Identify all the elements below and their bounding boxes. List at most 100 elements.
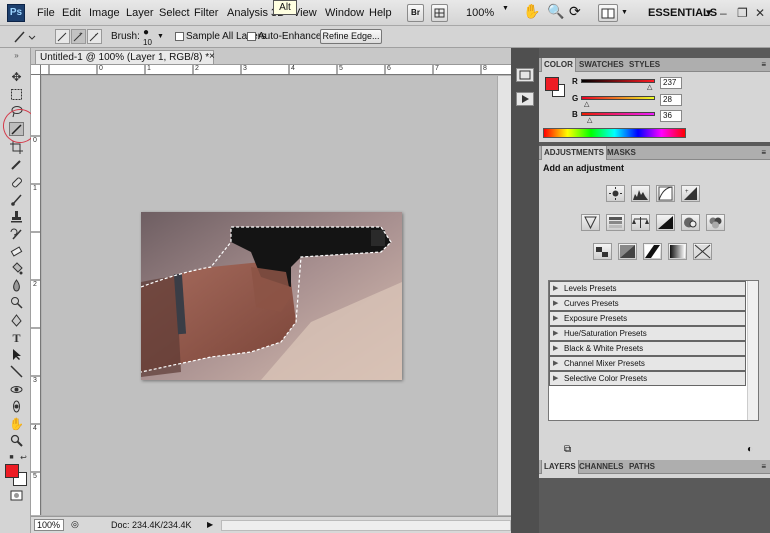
presets-scrollbar[interactable] <box>747 281 758 420</box>
history-brush-tool-icon[interactable] <box>9 228 24 242</box>
canvas-area[interactable] <box>42 76 505 515</box>
slider-thumb-icon[interactable]: △ <box>587 116 592 124</box>
crop-tool-icon[interactable] <box>9 141 24 155</box>
tab-styles[interactable]: STYLES <box>627 60 662 69</box>
preset-curves[interactable]: Curves Presets <box>549 296 746 311</box>
r-value[interactable]: 237 <box>660 77 682 89</box>
type-tool-icon[interactable]: T <box>9 331 24 345</box>
photo-filter-icon[interactable] <box>681 214 700 231</box>
close-button[interactable]: ✕ <box>755 6 765 20</box>
slider-thumb-icon[interactable]: △ <box>584 100 589 108</box>
hand-tool-icon[interactable]: ✋ <box>9 417 24 431</box>
history-panel-icon[interactable] <box>516 68 534 82</box>
horizontal-scrollbar[interactable] <box>221 520 511 531</box>
hue-saturation-icon[interactable] <box>606 214 625 231</box>
move-tool-icon[interactable]: ✥ <box>9 70 24 84</box>
zoom-field[interactable]: 100% <box>34 519 64 531</box>
toolbox-collapse-icon[interactable]: » <box>9 52 24 66</box>
zoom-tool-icon[interactable] <box>9 434 24 448</box>
marquee-tool-icon[interactable] <box>9 88 24 102</box>
minimize-button[interactable]: – <box>720 6 727 20</box>
paint-bucket-tool-icon[interactable] <box>9 262 24 276</box>
vibrance-icon[interactable] <box>581 214 600 231</box>
3d-orbit-tool-icon[interactable] <box>9 400 24 414</box>
brush-tool-icon[interactable] <box>9 193 24 207</box>
foreground-color-swatch[interactable] <box>5 464 19 478</box>
zoom-tool-icon[interactable]: 🔍 <box>547 3 564 20</box>
vertical-ruler[interactable]: 0 1 2 3 4 5 <box>31 75 41 515</box>
status-info-icon[interactable]: ◎ <box>71 519 79 530</box>
b-value[interactable]: 36 <box>660 110 682 122</box>
menu-window[interactable]: Window <box>325 7 364 19</box>
invert-icon[interactable] <box>593 243 612 260</box>
subtract-from-selection-button[interactable]: - <box>87 29 102 44</box>
tab-masks[interactable]: MASKS <box>605 148 638 157</box>
preset-channel-mixer[interactable]: Channel Mixer Presets <box>549 356 746 371</box>
preset-levels[interactable]: Levels Presets <box>549 281 746 296</box>
vertical-scrollbar[interactable] <box>497 76 511 515</box>
gradient-map-icon[interactable] <box>668 243 687 260</box>
tab-color[interactable]: COLOR <box>541 58 576 72</box>
eyedropper-tool-icon[interactable] <box>9 158 24 172</box>
eraser-tool-icon[interactable] <box>9 245 24 259</box>
menu-file[interactable]: File <box>37 7 55 19</box>
path-selection-tool-icon[interactable] <box>9 348 24 362</box>
panel-menu-icon[interactable]: ≡ <box>761 462 766 471</box>
sample-all-layers-checkbox[interactable] <box>175 32 184 41</box>
levels-icon[interactable] <box>631 185 650 202</box>
preset-hue-saturation[interactable]: Hue/Saturation Presets <box>549 326 746 341</box>
document-image[interactable] <box>141 212 402 380</box>
rotate-view-icon[interactable]: ⟳ <box>569 3 581 20</box>
3d-rotate-tool-icon[interactable] <box>9 383 24 397</box>
menu-filter[interactable]: Filter <box>194 7 218 19</box>
status-menu-arrow-icon[interactable]: ▶ <box>207 520 213 529</box>
hand-tool-icon[interactable]: ✋ <box>523 3 540 20</box>
quick-mask-icon[interactable] <box>9 490 24 504</box>
brush-dot-icon[interactable]: ● <box>143 27 149 38</box>
launch-bridge-button[interactable]: Br <box>407 4 424 22</box>
curves-icon[interactable] <box>656 185 675 202</box>
color-spectrum-ramp[interactable] <box>543 128 686 138</box>
add-to-selection-button[interactable]: + <box>71 29 86 44</box>
arrange-documents-button[interactable] <box>598 4 618 22</box>
blur-tool-icon[interactable] <box>9 279 24 293</box>
tab-adjustments[interactable]: ADJUSTMENTS <box>541 146 608 160</box>
tab-swatches[interactable]: SWATCHES <box>577 60 626 69</box>
auto-enhance-checkbox[interactable] <box>247 32 256 41</box>
menu-image[interactable]: Image <box>89 7 120 19</box>
preset-exposure[interactable]: Exposure Presets <box>549 311 746 326</box>
return-to-list-icon[interactable]: ◐ <box>747 444 753 455</box>
maximize-button[interactable]: ❐ <box>737 6 748 20</box>
zoom-dropdown[interactable]: 100% <box>466 7 494 19</box>
brightness-contrast-icon[interactable] <box>606 185 625 202</box>
menu-analysis[interactable]: Analysis <box>227 7 268 19</box>
ruler-origin[interactable] <box>31 65 41 75</box>
horizontal-ruler[interactable]: 0 1 2 3 4 5 6 7 8 <box>41 65 511 75</box>
color-foreground-swatch[interactable] <box>545 77 559 91</box>
slider-thumb-icon[interactable]: △ <box>647 83 652 91</box>
pen-tool-icon[interactable] <box>9 314 24 328</box>
exposure-icon[interactable]: + <box>681 185 700 202</box>
swap-colors-icon[interactable]: ↩ <box>16 451 31 465</box>
tab-paths[interactable]: PATHS <box>627 462 657 471</box>
tab-channels[interactable]: CHANNELS <box>577 462 625 471</box>
view-extras-button[interactable] <box>431 4 448 22</box>
dodge-tool-icon[interactable] <box>9 296 24 310</box>
healing-brush-tool-icon[interactable] <box>9 176 24 190</box>
threshold-icon[interactable] <box>643 243 662 260</box>
refine-edge-button[interactable]: Refine Edge... <box>320 29 382 44</box>
channel-mixer-icon[interactable] <box>706 214 725 231</box>
actions-panel-icon[interactable] <box>516 92 534 106</box>
color-balance-icon[interactable] <box>631 214 650 231</box>
selective-color-icon[interactable] <box>693 243 712 260</box>
clone-stamp-tool-icon[interactable] <box>9 210 24 224</box>
tool-preset-picker[interactable] <box>12 29 36 44</box>
r-slider[interactable] <box>581 79 655 83</box>
document-tab[interactable]: Untitled-1 @ 100% (Layer 1, RGB/8) * <box>35 50 215 64</box>
new-selection-button[interactable] <box>55 29 70 44</box>
menu-layer[interactable]: Layer <box>126 7 154 19</box>
tab-layers[interactable]: LAYERS <box>541 460 579 474</box>
close-tab-icon[interactable]: × <box>209 51 215 62</box>
line-tool-icon[interactable] <box>9 365 24 379</box>
panel-menu-icon[interactable]: ≡ <box>761 148 766 157</box>
